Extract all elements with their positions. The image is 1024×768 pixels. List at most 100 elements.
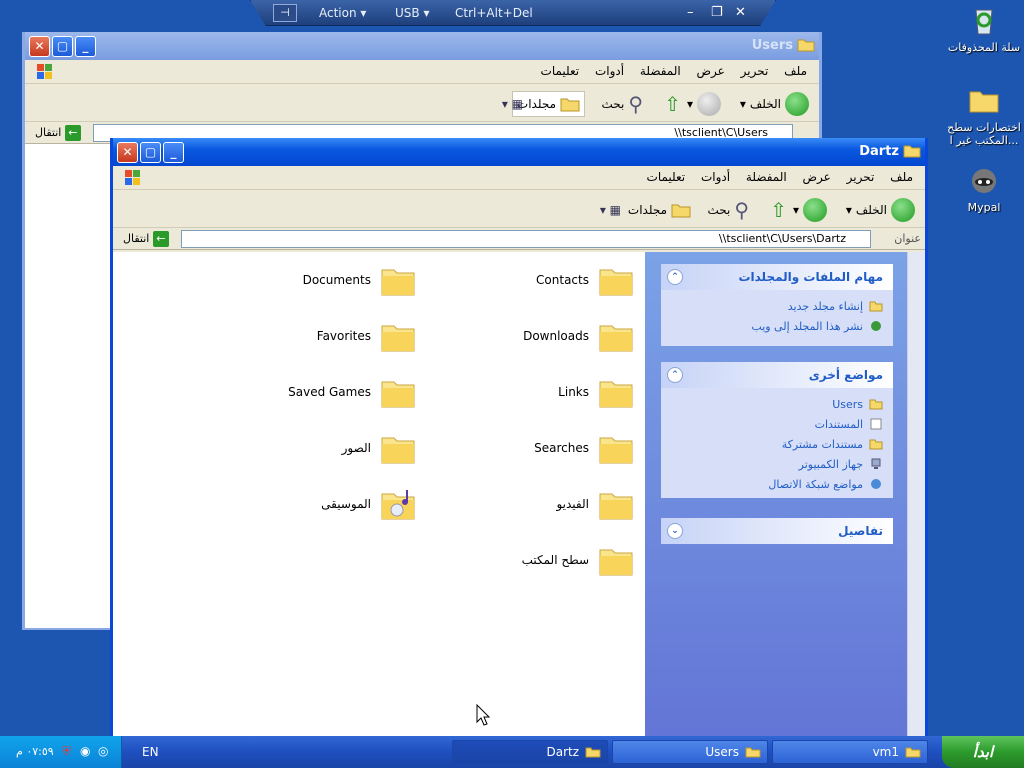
folder-downloads[interactable]: Downloads: [523, 314, 635, 358]
folder-pictures[interactable]: الصور: [342, 426, 417, 470]
menu-tools[interactable]: أدوات: [589, 60, 630, 82]
search-icon: ⚲: [734, 198, 749, 222]
menu-file[interactable]: ملف: [778, 60, 813, 82]
task-vm1[interactable]: vm1: [772, 740, 928, 764]
usb-menu[interactable]: USB ▾: [395, 6, 429, 20]
windows-logo-icon: [37, 64, 52, 79]
folder-icon: [903, 145, 921, 158]
menu-favorites[interactable]: المفضلة: [740, 166, 793, 188]
go-button[interactable]: انتقال ←: [35, 125, 81, 141]
views-button[interactable]: ▦ ▾: [600, 197, 621, 223]
folder-label: Documents: [302, 273, 371, 287]
back-button[interactable]: الخلف ▾: [846, 197, 915, 223]
menu-file[interactable]: ملف: [884, 166, 919, 188]
maximize-button[interactable]: ▢: [140, 142, 161, 163]
volume-icon[interactable]: ◎: [98, 744, 108, 758]
details-panel: تفاصيل ⌄: [661, 518, 893, 544]
desktop-shortcuts-label: اختصارات سطح المكتب غير ا...: [947, 121, 1021, 147]
panel-title: مواضع أخرى: [808, 368, 883, 382]
dartz-toolbar: الخلف ▾ ▾ ⇧ ⚲ بحث مجلدات ▦ ▾: [113, 190, 925, 228]
folder-music[interactable]: الموسيقى: [321, 482, 417, 526]
task-label: Users: [705, 745, 739, 759]
menu-edit[interactable]: تحرير: [735, 60, 775, 82]
collapse-icon[interactable]: ⌃: [667, 269, 683, 285]
dartz-window[interactable]: ✕ ▢ _ Dartz ملف تحرير عرض المفضلة أدوات …: [110, 138, 928, 736]
search-button[interactable]: ⚲ بحث: [707, 197, 749, 223]
start-button[interactable]: ابدأ: [942, 736, 1024, 768]
folders-button[interactable]: مجلدات: [628, 197, 691, 223]
panel-header[interactable]: تفاصيل ⌄: [661, 518, 893, 544]
close-button[interactable]: ✕: [29, 36, 50, 57]
menu-tools[interactable]: أدوات: [695, 166, 736, 188]
desktop-mypal[interactable]: Mypal: [944, 164, 1024, 214]
scrollbar[interactable]: [907, 252, 925, 736]
window-title: Users: [751, 38, 793, 53]
folder-favorites[interactable]: Favorites: [317, 314, 417, 358]
expand-icon[interactable]: ⌄: [667, 523, 683, 539]
up-folder-icon: ⇧: [770, 198, 787, 222]
menu-favorites[interactable]: المفضلة: [634, 60, 687, 82]
up-button[interactable]: ⇧: [664, 91, 681, 117]
action-menu[interactable]: Action ▾: [319, 6, 366, 20]
close-button[interactable]: ✕: [117, 142, 138, 163]
desktop-recycle-bin[interactable]: سلة المحذوفات: [944, 4, 1024, 54]
folder-desktop[interactable]: سطح المكتب: [522, 538, 635, 582]
folder-label: Favorites: [316, 329, 371, 343]
folder-saved-games[interactable]: Saved Games: [288, 370, 417, 414]
menu-view[interactable]: عرض: [797, 166, 837, 188]
folder-videos[interactable]: الفيديو: [556, 482, 635, 526]
place-label: Users: [832, 397, 863, 411]
close-icon[interactable]: ✕: [735, 5, 746, 20]
folder-contacts[interactable]: Contacts: [536, 258, 635, 302]
menu-help[interactable]: تعليمات: [535, 60, 586, 82]
menu-edit[interactable]: تحرير: [841, 166, 881, 188]
up-button[interactable]: ⇧: [770, 197, 787, 223]
menu-view[interactable]: عرض: [691, 60, 731, 82]
desktop-mypal-label: Mypal: [967, 201, 1001, 214]
new-folder-icon: [869, 301, 883, 312]
views-button[interactable]: ▦ ▾: [502, 91, 523, 117]
collapse-icon[interactable]: ⌃: [667, 367, 683, 383]
folder-icon: [381, 269, 415, 296]
security-shield-icon[interactable]: ⛨: [62, 744, 71, 759]
new-folder-link[interactable]: إنشاء مجلد جديد: [671, 296, 883, 316]
task-dartz[interactable]: Dartz: [452, 740, 608, 764]
pin-icon[interactable]: ⊣: [273, 4, 297, 22]
dartz-title-bar[interactable]: ✕ ▢ _ Dartz: [113, 138, 925, 166]
folder-label: Saved Games: [288, 385, 371, 399]
place-network[interactable]: مواضع شبكة الاتصال: [671, 474, 883, 494]
place-my-computer[interactable]: جهاز الكمبيوتر: [671, 454, 883, 474]
menu-help[interactable]: تعليمات: [641, 166, 692, 188]
folder-icon: [381, 437, 415, 464]
forward-button[interactable]: ▾: [687, 91, 721, 117]
network-tray-icon[interactable]: ◉: [80, 744, 90, 758]
place-shared-documents[interactable]: مستندات مشتركة: [671, 434, 883, 454]
users-title-bar[interactable]: ✕ ▢ _ Users: [25, 32, 819, 60]
forward-button[interactable]: ▾: [793, 197, 827, 223]
address-input[interactable]: \\tsclient\C\Users\Dartz: [181, 230, 871, 248]
publish-web-link[interactable]: نشر هذا المجلد إلى ويب: [671, 316, 883, 336]
folder-documents[interactable]: Documents: [303, 258, 417, 302]
maximize-button[interactable]: ▢: [52, 36, 73, 57]
minimize-button[interactable]: _: [75, 36, 96, 57]
place-documents[interactable]: المستندات: [671, 414, 883, 434]
desktop-shortcuts-folder[interactable]: اختصارات سطح المكتب غير ا...: [944, 84, 1024, 147]
panel-title: مهام الملفات والمجلدات: [738, 270, 883, 284]
minimize-button[interactable]: _: [163, 142, 184, 163]
place-users[interactable]: Users: [671, 394, 883, 414]
mouse-cursor-icon: [476, 704, 490, 726]
panel-header[interactable]: مهام الملفات والمجلدات ⌃: [661, 264, 893, 290]
task-users[interactable]: Users: [612, 740, 768, 764]
ctrl-alt-del-button[interactable]: Ctrl+Alt+Del: [455, 6, 533, 20]
language-indicator[interactable]: EN: [142, 745, 159, 759]
back-button[interactable]: الخلف ▾: [740, 91, 809, 117]
go-button[interactable]: انتقال ←: [123, 231, 169, 247]
computer-icon: [871, 458, 881, 469]
restore-icon[interactable]: ❐: [711, 5, 723, 20]
panel-header[interactable]: مواضع أخرى ⌃: [661, 362, 893, 388]
folder-searches[interactable]: Searches: [534, 426, 635, 470]
folder-icon: [599, 493, 633, 520]
search-button[interactable]: ⚲ بحث: [601, 91, 643, 117]
minimize-icon[interactable]: –: [687, 5, 694, 20]
folder-links[interactable]: Links: [558, 370, 635, 414]
